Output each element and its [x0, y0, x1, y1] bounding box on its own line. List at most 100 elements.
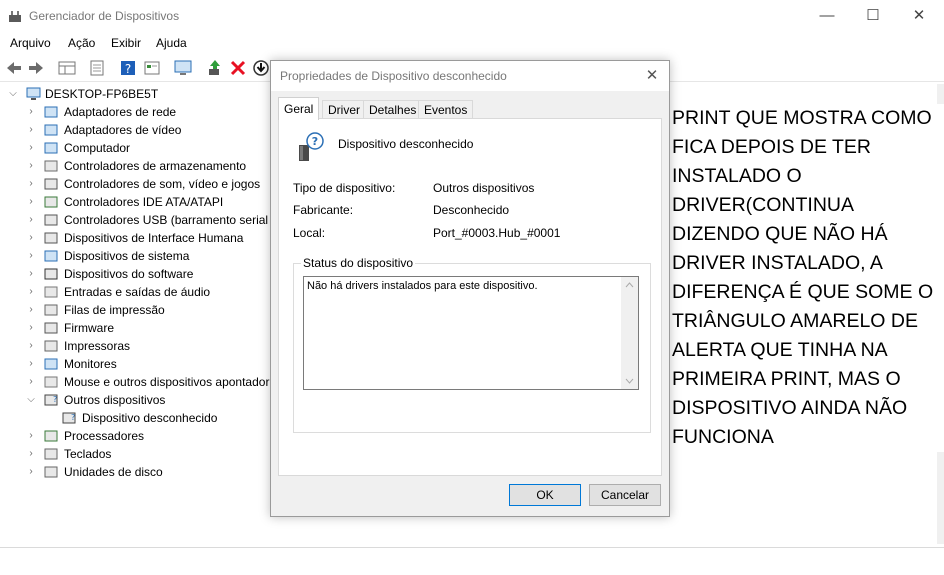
prop-location-label: Local:	[293, 226, 326, 240]
keyboard-icon	[44, 448, 58, 460]
ide-controller-icon	[44, 196, 58, 208]
unknown-device-icon: ?	[62, 412, 76, 424]
tab-driver[interactable]: Driver	[322, 100, 366, 119]
chevron-right-icon[interactable]: ›	[26, 157, 36, 175]
chevron-right-icon[interactable]: ›	[26, 265, 36, 283]
network-adapter-icon	[44, 106, 58, 118]
cancel-button[interactable]: Cancelar	[589, 484, 661, 506]
chevron-down-icon[interactable]: ⌵	[26, 391, 36, 409]
tree-item-label: Controladores IDE ATA/ATAPI	[64, 195, 224, 209]
tree-item-label: Teclados	[64, 447, 112, 461]
properties-grid-icon[interactable]	[57, 58, 77, 78]
chevron-right-icon[interactable]: ›	[26, 175, 36, 193]
update-driver-icon[interactable]	[205, 58, 225, 78]
close-button[interactable]: ✕	[896, 3, 942, 29]
prop-manufacturer-value: Desconhecido	[433, 203, 510, 217]
chevron-right-icon[interactable]: ›	[26, 247, 36, 265]
menu-acao[interactable]: Ação	[68, 36, 95, 50]
help-icon[interactable]: ?	[118, 58, 138, 78]
chevron-right-icon[interactable]: ›	[26, 301, 36, 319]
overlay-note: PRINT QUE MOSTRA COMO FICA DEPOIS DE TER…	[672, 104, 944, 452]
prop-type-value: Outros dispositivos	[433, 181, 535, 195]
device-status-text: Não há drivers instalados para este disp…	[307, 280, 538, 292]
tree-root-label: DESKTOP-FP6BE5T	[45, 87, 159, 101]
tree-item-label: Dispositivo desconhecido	[82, 411, 218, 425]
tree-item-label: Entradas e saídas de áudio	[64, 285, 211, 299]
chevron-right-icon[interactable]: ›	[26, 139, 36, 157]
chevron-right-icon[interactable]: ›	[26, 373, 36, 391]
minimize-button[interactable]: —	[804, 3, 850, 29]
chevron-right-icon[interactable]: ›	[26, 283, 36, 301]
chevron-right-icon[interactable]: ›	[26, 337, 36, 355]
tab-geral[interactable]: Geral	[278, 97, 320, 120]
menu-arquivo[interactable]: Arquivo	[10, 36, 51, 50]
chevron-right-icon[interactable]: ›	[26, 193, 36, 211]
menu-ajuda[interactable]: Ajuda	[156, 36, 187, 50]
title-bar: Gerenciador de Dispositivos — ☐ ✕	[0, 0, 944, 32]
forward-arrow-icon[interactable]	[26, 58, 46, 78]
dialog-title: Propriedades de Dispositivo desconhecido	[280, 69, 507, 83]
chevron-right-icon[interactable]: ›	[26, 427, 36, 445]
tree-item-label: Dispositivos de sistema	[64, 249, 190, 263]
chevron-right-icon[interactable]: ›	[26, 103, 36, 121]
device-status-textbox[interactable]: Não há drivers instalados para este disp…	[303, 276, 639, 390]
details-icon[interactable]	[142, 58, 162, 78]
uninstall-x-icon[interactable]	[228, 58, 248, 78]
software-device-icon	[44, 268, 58, 280]
status-bar	[0, 547, 944, 575]
maximize-button[interactable]: ☐	[850, 3, 896, 29]
tree-item-label: Controladores de armazenamento	[64, 159, 247, 173]
display-adapter-icon	[44, 124, 58, 136]
svg-text:?: ?	[125, 62, 131, 76]
download-icon[interactable]	[251, 58, 271, 78]
unknown-device-icon: ?	[299, 132, 324, 161]
disk-drive-icon	[44, 466, 58, 478]
menu-exibir[interactable]: Exibir	[111, 36, 141, 50]
usb-icon	[44, 214, 58, 226]
back-arrow-icon[interactable]	[4, 58, 24, 78]
tree-item-label: Dispositivos do software	[64, 267, 194, 281]
tree-item-label: Processadores	[64, 429, 145, 443]
chevron-right-icon[interactable]: ›	[26, 319, 36, 337]
general-panel: ? Dispositivo desconhecido Tipo de dispo…	[278, 118, 662, 476]
prop-manufacturer-label: Fabricante:	[293, 203, 354, 217]
system-device-icon	[44, 250, 58, 262]
window-title: Gerenciador de Dispositivos	[29, 9, 180, 23]
menu-bar: Arquivo Ação Exibir Ajuda	[0, 33, 944, 53]
tree-item-label: Adaptadores de vídeo	[64, 123, 182, 137]
device-status-legend: Status do dispositivo	[301, 256, 416, 270]
tree-item-label: Controladores de som, vídeo e jogos	[64, 177, 261, 191]
dialog-close-button[interactable]: ✕	[641, 65, 663, 87]
ok-button[interactable]: OK	[509, 484, 581, 506]
tree-item-label: Computador	[64, 141, 131, 155]
tree-item-label: Mouse e outros dispositivos apontadores	[64, 375, 283, 389]
chevron-right-icon[interactable]: ›	[26, 211, 36, 229]
hid-icon	[44, 232, 58, 244]
monitor-scan-icon[interactable]	[173, 58, 193, 78]
tree-item-label: Adaptadores de rede	[64, 105, 177, 119]
print-queue-icon	[44, 304, 58, 316]
audio-io-icon	[44, 286, 58, 298]
printer-icon	[44, 340, 58, 352]
tree-item-label: Firmware	[64, 321, 114, 335]
sound-icon	[44, 178, 58, 190]
chevron-right-icon[interactable]: ›	[26, 463, 36, 481]
chevron-right-icon[interactable]: ›	[26, 445, 36, 463]
status-scrollbar[interactable]	[621, 277, 638, 389]
tree-item-label: Impressoras	[64, 339, 131, 353]
device-view-icon[interactable]	[87, 58, 107, 78]
chevron-right-icon[interactable]: ›	[26, 355, 36, 373]
firmware-icon	[44, 322, 58, 334]
tab-eventos[interactable]: Eventos	[418, 100, 474, 119]
device-name: Dispositivo desconhecido	[338, 137, 474, 151]
chevron-down-icon[interactable]: ⌵	[8, 85, 18, 103]
prop-type-label: Tipo de dispositivo:	[293, 181, 396, 195]
monitor-icon	[44, 358, 58, 370]
chevron-right-icon[interactable]: ›	[26, 121, 36, 139]
chevron-right-icon[interactable]: ›	[26, 229, 36, 247]
svg-text:?: ?	[53, 395, 57, 404]
tab-detalhes[interactable]: Detalhes	[363, 100, 423, 119]
storage-controller-icon	[44, 160, 58, 172]
tree-item-label: Unidades de disco	[64, 465, 163, 479]
mouse-icon	[44, 376, 58, 388]
